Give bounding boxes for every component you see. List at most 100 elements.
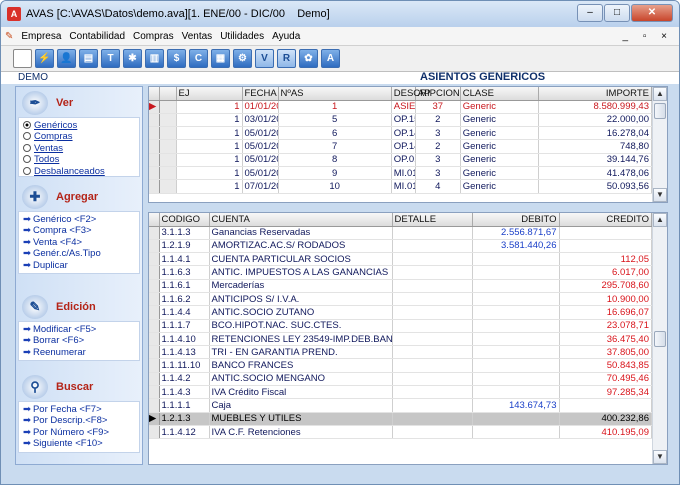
table-row[interactable]: 107/01/200010MI.0115-DESC.DE DOC.A COBRA…	[149, 179, 653, 194]
table-row[interactable]: 1.1.4.4 ANTIC.SOCIO ZUTANO 16.696,07	[149, 305, 652, 320]
buscar-action-0[interactable]: ➡ Por Fecha <F7>	[23, 404, 135, 415]
table-row[interactable]: 105/01/20009MI.0116-N/COBRO INT.S/P.FUER…	[149, 166, 653, 181]
buscar-action-3[interactable]: ➡ Siguiente <F10>	[23, 438, 135, 449]
agregar-action-3[interactable]: ➡ Genér.c/As.Tipo	[23, 248, 135, 259]
table-row[interactable]: 1.1.1.1 Caja 143.674,73	[149, 398, 652, 413]
radio-icon[interactable]	[23, 132, 31, 141]
table-row[interactable]: ▶101/01/20001ASIENTO DE APERTURA EJERCIC…	[149, 100, 653, 114]
minimize-button[interactable]: –	[577, 4, 603, 22]
table-row[interactable]: 103/01/20005OP.1514-CH.9760BHNC-N/P.DIF.…	[149, 113, 653, 128]
table-row[interactable]: 1.1.4.3 IVA Crédito Fiscal 97.285,34	[149, 385, 652, 400]
table-row[interactable]: 3.1.1.3 Ganancias Reservadas 2.556.871,67	[149, 226, 652, 240]
menu-item-contabilidad[interactable]: Contabilidad	[69, 31, 125, 42]
edicion-action-2[interactable]: ➡ Reenumerar	[23, 347, 135, 358]
menu-item-ventas[interactable]: Ventas	[182, 31, 213, 42]
maximize-button[interactable]: □	[604, 4, 630, 22]
buscar-action-2[interactable]: ➡ Por Número <F9>	[23, 427, 135, 438]
table-cell: 70.495,46	[559, 372, 652, 387]
agregar-action-0[interactable]: ➡ Genérico <F2>	[23, 214, 135, 225]
table-row[interactable]: 1.1.4.2 ANTIC.SOCIO MENGANO 70.495,46	[149, 372, 652, 387]
toolbar-button-14-icon[interactable]: A	[321, 49, 340, 68]
ver-option-todos[interactable]: Todos	[23, 154, 135, 165]
toolbar-button-4-icon[interactable]: T	[101, 49, 120, 68]
menu-item-utilidades[interactable]: Utilidades	[220, 31, 264, 42]
agregar-action-4[interactable]: ➡ Duplicar	[23, 260, 135, 271]
toolbar-button-12-icon[interactable]: R	[277, 49, 296, 68]
agregar-action-1[interactable]: ➡ Compra <F3>	[23, 225, 135, 236]
toolbar-button-6-icon[interactable]: ▥	[145, 49, 164, 68]
table-row[interactable]: 1.1.4.12 IVA C.F. Retenciones 410.195,09	[149, 425, 652, 440]
table-row[interactable]: 1.1.11.10 BANCO FRANCES 50.843,85	[149, 358, 652, 373]
scroll-down-icon[interactable]: ▼	[653, 188, 667, 202]
table-cell: OP.1487-N/P.ENTEL TE.24115-62919	[391, 126, 416, 141]
ver-option-desbalanceados[interactable]: Desbalanceados	[23, 166, 135, 177]
toolbar-button-0-icon[interactable]	[13, 49, 32, 68]
column-header-6[interactable]: IMPORTE	[538, 87, 653, 101]
ver-option-compras[interactable]: Compras	[23, 131, 135, 142]
column-header-0[interactable]: CODIGO	[159, 213, 210, 227]
table-row[interactable]: 1.1.6.2 ANTICIPOS S/ I.V.A. 10.900,00	[149, 292, 652, 307]
table-row[interactable]: 1.1.6.3 ANTIC. IMPUESTOS A LAS GANANCIAS 6…	[149, 265, 652, 280]
table-row[interactable]: 105/01/20007OP.1488-N/P.CASA GODIN SA F.…	[149, 139, 653, 154]
toolbar-button-13-icon[interactable]: ✿	[299, 49, 318, 68]
scroll-up-icon[interactable]: ▲	[653, 87, 667, 101]
column-header-3[interactable]: DESCRIPCION	[391, 87, 460, 101]
table-row[interactable]: 105/01/20008OP.0114-N/COBRO PUNTOS 313 S…	[149, 153, 653, 167]
toolbar-button-3-icon[interactable]: ▤	[79, 49, 98, 68]
menu-item-empresa[interactable]: Empresa	[21, 31, 61, 42]
scroll-thumb[interactable]	[654, 103, 666, 119]
ver-option-genéricos[interactable]: Genéricos	[23, 120, 135, 131]
radio-icon[interactable]	[23, 121, 31, 129]
column-header-4[interactable]: CREDITO	[559, 213, 652, 227]
magnifier-icon: ⚲	[22, 375, 48, 399]
column-header-5[interactable]: CLASE	[460, 87, 539, 101]
scroll-thumb[interactable]	[654, 331, 666, 347]
table-cell: 4	[415, 179, 461, 194]
detalle-scrollbar[interactable]: ▲ ▼	[652, 213, 667, 464]
column-header-2[interactable]: NºAS	[278, 87, 392, 101]
table-cell: 23.078,71	[559, 319, 652, 333]
table-row[interactable]: 1.2.1.9 AMORTIZAC.AC.S/ RODADOS 3.581.440,…	[149, 239, 652, 254]
column-header-2[interactable]: DETALLE	[392, 213, 473, 227]
asientos-scrollbar[interactable]: ▲ ▼	[652, 87, 667, 202]
table-row[interactable]: 1.1.6.1 Mercaderías 295.708,60	[149, 279, 652, 293]
radio-icon[interactable]	[23, 143, 31, 152]
menu-item-compras[interactable]: Compras	[133, 31, 174, 42]
column-header-0[interactable]: EJ	[176, 87, 243, 101]
table-cell: 1.1.4.4	[159, 305, 210, 320]
company-name: DEMO	[18, 72, 48, 83]
toolbar-button-7-icon[interactable]: $	[167, 49, 186, 68]
table-cell: IVA C.F. Retenciones	[209, 425, 393, 440]
toolbar-button-9-icon[interactable]: ▦	[211, 49, 230, 68]
edicion-action-1[interactable]: ➡ Borrar <F6>	[23, 335, 135, 346]
edicion-action-0[interactable]: ➡ Modificar <F5>	[23, 324, 135, 335]
table-row[interactable]: 105/01/20006OP.1487-N/P.ENTEL TE.24115-6…	[149, 126, 653, 141]
column-header-1[interactable]: FECHA	[242, 87, 279, 101]
menu-item-ayuda[interactable]: Ayuda	[272, 31, 300, 42]
table-cell	[559, 398, 652, 413]
ver-option-ventas[interactable]: Ventas	[23, 143, 135, 154]
agregar-action-2[interactable]: ➡ Venta <F4>	[23, 237, 135, 248]
toolbar-button-1-icon[interactable]: ⚡	[35, 49, 54, 68]
close-button[interactable]: ✕	[631, 4, 673, 22]
mdi-controls[interactable]: _ ▫ ×	[622, 31, 673, 42]
column-header-1[interactable]: CUENTA	[209, 213, 393, 227]
toolbar-button-5-icon[interactable]: ✱	[123, 49, 142, 68]
toolbar-button-2-icon[interactable]: 👤	[57, 49, 76, 68]
toolbar-button-11-icon[interactable]: V	[255, 49, 274, 68]
radio-icon[interactable]	[23, 166, 31, 175]
toolbar-button-8-icon[interactable]: C	[189, 49, 208, 68]
scroll-down-icon[interactable]: ▼	[653, 450, 667, 464]
table-row[interactable]: ▶ 1.2.1.3 MUEBLES Y UTILES 400.232,86	[149, 412, 652, 426]
table-cell: BANCO FRANCES	[209, 358, 393, 373]
table-row[interactable]: 1.1.4.13 TRI - EN GARANTIA PREND. 37.805,0…	[149, 345, 652, 360]
column-header-3[interactable]: DEBITO	[472, 213, 560, 227]
radio-icon[interactable]	[23, 155, 31, 164]
row-indicator: ▶	[149, 100, 160, 114]
toolbar-button-10-icon[interactable]: ⚙	[233, 49, 252, 68]
table-row[interactable]: 1.1.4.10 RETENCIONES LEY 23549-IMP.DEB.BA…	[149, 332, 652, 347]
buscar-action-1[interactable]: ➡ Por Descrip.<F8>	[23, 415, 135, 426]
table-row[interactable]: 1.1.4.1 CUENTA PARTICULAR SOCIOS 112,05	[149, 252, 652, 267]
scroll-up-icon[interactable]: ▲	[653, 213, 667, 227]
table-row[interactable]: 1.1.1.7 BCO.HIPOT.NAC. SUC.CTES. 23.078,71	[149, 319, 652, 333]
